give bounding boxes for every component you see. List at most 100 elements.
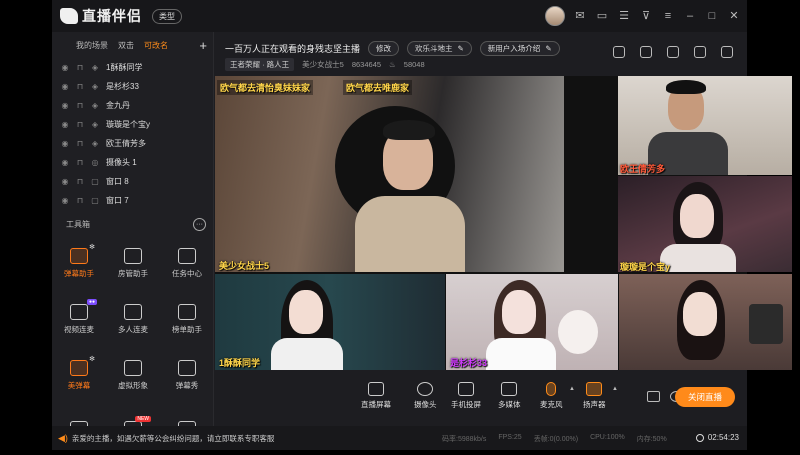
lock-icon[interactable]: ⊓: [76, 120, 84, 129]
entrance-intro-button[interactable]: 新用户入场介绍 ✎: [479, 41, 560, 56]
tab-renamable[interactable]: 可改名: [144, 40, 168, 51]
eye-icon[interactable]: ◉: [61, 82, 69, 91]
tab-my-scenes[interactable]: 我的场景: [76, 40, 108, 51]
list-item[interactable]: ◉ ⊓ ◈ 1酥酥同学: [52, 58, 213, 77]
tool-danmaku-assistant[interactable]: ✻ 弹幕助手: [52, 239, 106, 287]
tool-beauty-danmaku[interactable]: ✻ 美弹幕: [52, 351, 106, 399]
lock-icon[interactable]: ⊓: [76, 158, 84, 167]
eye-icon[interactable]: ◉: [61, 120, 69, 129]
type-button[interactable]: 类型: [152, 8, 182, 24]
media-icon: [501, 382, 518, 396]
more-icon[interactable]: ···: [193, 217, 206, 231]
tool-task-center[interactable]: 任务中心: [160, 239, 214, 287]
danmaku-icon: ✻: [70, 244, 95, 264]
chevron-up-icon[interactable]: ▲: [569, 386, 575, 392]
eye-icon[interactable]: ◉: [61, 63, 69, 72]
maximize-icon[interactable]: □: [705, 9, 719, 23]
eye-icon[interactable]: ◉: [61, 101, 69, 110]
guest-face: [680, 194, 714, 238]
speaker-button[interactable]: 扬声器: [583, 382, 606, 410]
list-item[interactable]: ◉ ⊓ ◈ 是杉杉33: [52, 77, 213, 96]
video-tile-6[interactable]: [619, 274, 792, 370]
menu-icon[interactable]: ≡: [661, 9, 675, 23]
share-icon[interactable]: [721, 46, 733, 58]
phone-cast-button[interactable]: 手机投屏: [451, 382, 481, 410]
filter-icon[interactable]: ⊽: [639, 9, 653, 23]
edit-title-button[interactable]: 修改: [368, 41, 400, 56]
list-item[interactable]: ◉ ⊓ ◎ 摄像头 1: [52, 153, 213, 172]
tile-label: 璇璇是个宝y: [620, 262, 671, 272]
video-tile-4[interactable]: 1酥酥同学: [215, 274, 445, 370]
like-count: 58048: [403, 60, 425, 69]
gift-icon[interactable]: [667, 46, 679, 58]
pencil-icon: ✎: [457, 44, 464, 53]
phone-icon: [458, 382, 474, 396]
camera-icon: [417, 382, 434, 396]
tool-label: 视频连麦: [64, 324, 94, 334]
lock-icon[interactable]: ⊓: [76, 139, 84, 148]
record-icon[interactable]: [647, 391, 660, 402]
tool-multi-link[interactable]: 多人连麦: [106, 295, 160, 343]
video-tile-main[interactable]: 欧气都去清怡臭妹妹家 欧气都去唯鹿家 美少女战士5: [215, 76, 564, 272]
minimize-icon[interactable]: –: [683, 9, 697, 23]
virtual-avatar-icon: [124, 359, 142, 376]
multimedia-button[interactable]: 多媒体: [498, 382, 521, 410]
lock-icon[interactable]: ⊓: [76, 82, 84, 91]
tool-room-manager[interactable]: 房管助手: [106, 239, 160, 287]
list-item[interactable]: ◉ ⊓ ◈ 欧王倩芳多: [52, 134, 213, 153]
eye-icon[interactable]: ◉: [61, 158, 69, 167]
list-item[interactable]: ◉ ⊓ ▢ 窗口 8: [52, 172, 213, 191]
tool-leaderboard[interactable]: 榜单助手: [160, 295, 214, 343]
category-selector[interactable]: 欢乐斗地主 ✎: [407, 41, 472, 56]
control-label: 摄像头: [414, 400, 437, 409]
tool-label: 榜单助手: [172, 324, 202, 334]
window-icon: ▢: [91, 177, 99, 186]
avatar[interactable]: [545, 6, 565, 26]
scene-item-label: 窗口 8: [106, 177, 129, 186]
category-label: 欢乐斗地主: [415, 44, 453, 53]
tool-video-link[interactable]: ●● 视频连麦: [52, 295, 106, 343]
lock-icon[interactable]: ⊓: [76, 63, 84, 72]
notes-icon[interactable]: ☰: [617, 9, 631, 23]
cpu-usage: CPU:100%: [590, 434, 625, 441]
multi-link-icon: [124, 303, 142, 320]
plush-toy: [558, 310, 598, 354]
camera-button[interactable]: 摄像头: [414, 382, 437, 410]
go-live-button[interactable]: 关闭直播: [675, 387, 735, 407]
microphone-button[interactable]: 麦克风: [540, 382, 563, 410]
live-screen-button[interactable]: 直播屏幕: [361, 382, 391, 410]
video-tile-2[interactable]: 欧王倩芳多: [618, 76, 792, 175]
eye-icon[interactable]: ◉: [61, 177, 69, 186]
list-item[interactable]: ◉ ⊓ ▢ 窗口 7: [52, 191, 213, 210]
guest-face: [289, 290, 323, 334]
sidebar: 我的场景 双击 可改名 + ◉ ⊓ ◈ 1酥酥同学 ◉ ⊓ ◈ 是杉杉33 ◉ ⊓ ◈ 金九丹 ◉…: [52, 32, 214, 437]
tool-avatar[interactable]: 虚拟形象: [106, 351, 160, 399]
screen-icon[interactable]: ▭: [595, 9, 609, 23]
tile-label: 1酥酥同学: [219, 358, 261, 368]
fps: FPS:25: [498, 434, 522, 441]
list-item[interactable]: ◉ ⊓ ◈ 璇璇是个宝y: [52, 115, 213, 134]
video-tile-5[interactable]: 是杉杉33: [446, 274, 618, 370]
add-source-button[interactable]: +: [199, 38, 207, 53]
header-actions: [613, 46, 733, 58]
video-tile-3[interactable]: 璇璇是个宝y: [618, 176, 792, 272]
control-label: 多媒体: [498, 400, 521, 409]
stream-preview[interactable]: 欧气都去清怡臭妹妹家 欧气都去唯鹿家 美少女战士5 欧王倩芳多 璇璇是个宝y 1…: [215, 76, 792, 370]
tab-double-click[interactable]: 双击: [118, 40, 134, 51]
close-icon[interactable]: ✕: [727, 9, 741, 23]
bell-icon[interactable]: [694, 46, 706, 58]
layout-icon[interactable]: [613, 46, 625, 58]
lock-icon[interactable]: ⊓: [76, 101, 84, 110]
scene-item-label: 1酥酥同学: [106, 63, 143, 72]
monitor-icon: [368, 382, 384, 396]
eye-icon[interactable]: ◉: [61, 196, 69, 205]
lock-icon[interactable]: [640, 46, 652, 58]
eye-icon[interactable]: ◉: [61, 139, 69, 148]
chevron-up-icon[interactable]: ▲: [612, 386, 618, 392]
mail-icon[interactable]: ✉: [573, 9, 587, 23]
lock-icon[interactable]: ⊓: [76, 196, 84, 205]
beauty-danmaku-icon: ✻: [70, 356, 95, 376]
tool-danmaku-show[interactable]: 弹幕秀: [160, 351, 214, 399]
lock-icon[interactable]: ⊓: [76, 177, 84, 186]
list-item[interactable]: ◉ ⊓ ◈ 金九丹: [52, 96, 213, 115]
